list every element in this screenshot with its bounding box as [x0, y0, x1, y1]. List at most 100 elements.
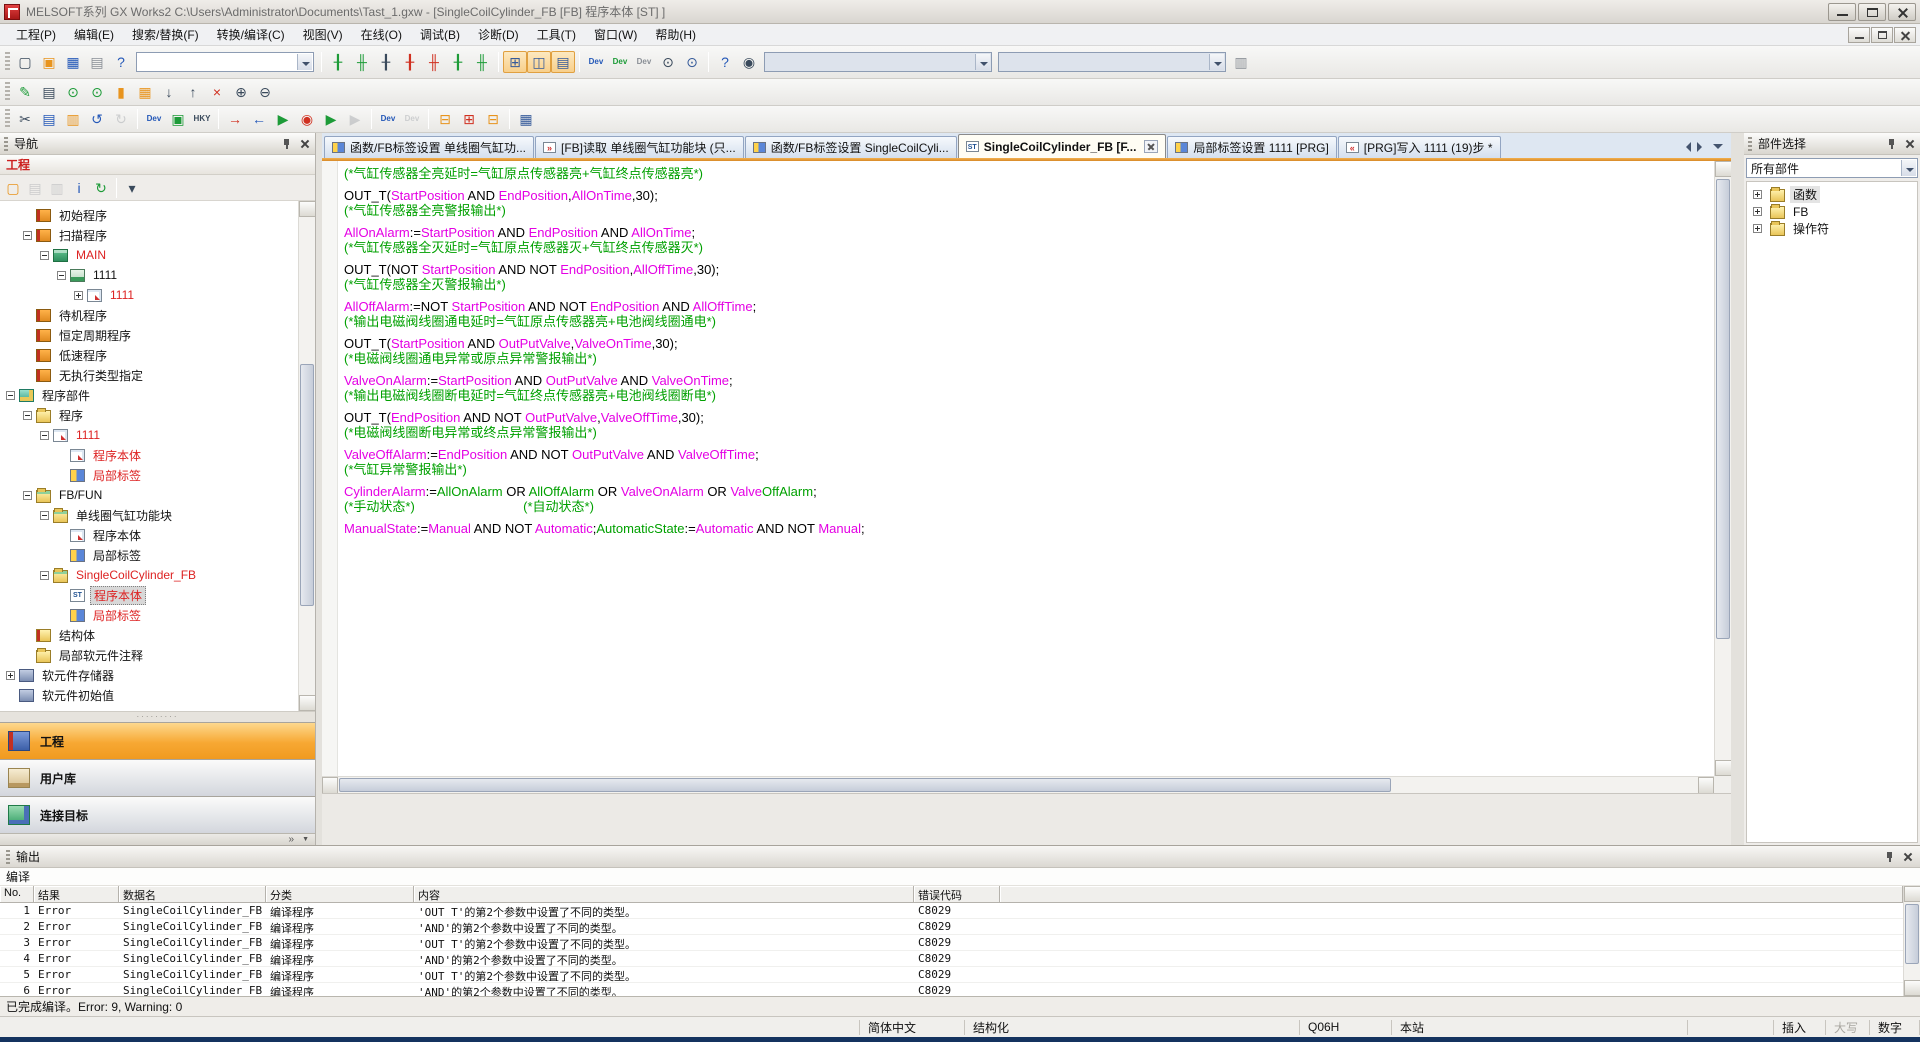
column-header[interactable]: 数据名 [119, 886, 266, 903]
expand-icon[interactable] [1753, 207, 1762, 216]
menu-item[interactable]: 搜索/替换(F) [124, 24, 207, 45]
device-monitor-on-button[interactable]: Dev [376, 108, 400, 130]
tree-item[interactable]: 1111 [0, 265, 298, 285]
expand-icon[interactable] [1753, 190, 1762, 199]
inline-st-insert-button[interactable]: ⊟ [433, 108, 457, 130]
cut-button[interactable]: ✂ [13, 108, 37, 130]
close-icon[interactable] [299, 138, 311, 150]
nav-view-button-target[interactable]: 连接目标 [0, 796, 315, 833]
device-memory-detail-button[interactable]: ▦ [133, 81, 157, 103]
zoom-out-button[interactable]: ⊖ [253, 81, 277, 103]
ladder-horizontal-line-button[interactable]: ╫ [470, 51, 494, 73]
menu-item[interactable]: 转换/编译(C) [209, 24, 293, 45]
toolbar-grip-icon[interactable] [5, 82, 10, 102]
inline-st-import-button[interactable]: ⊞ [457, 108, 481, 130]
device-statement-button[interactable]: Dev [608, 51, 632, 73]
configure-buttons-icon[interactable]: ▼ [302, 835, 309, 845]
tree-item[interactable]: 无执行类型指定 [0, 365, 298, 385]
tree-item[interactable]: SingleCoilCylinder_FB [0, 565, 298, 585]
restore-button[interactable] [1858, 3, 1886, 21]
tree-item[interactable]: 结构体 [0, 625, 298, 645]
watch-register-button[interactable]: ▥ [1229, 51, 1253, 73]
pin-icon[interactable] [1884, 851, 1896, 863]
chevron-down-icon[interactable] [1901, 160, 1916, 176]
device-find-button[interactable]: ⊙ [680, 51, 704, 73]
ladder-application-instruction-button[interactable]: ╫ [422, 51, 446, 73]
compile-tab[interactable]: 编译 [6, 868, 30, 885]
tree-scrollbar[interactable] [298, 201, 315, 711]
parts-filter-dropdown[interactable]: 所有部件 [1746, 158, 1918, 178]
tree-item[interactable]: 扫描程序 [0, 225, 298, 245]
document-tab[interactable]: 局部标签设置 1111 [PRG] [1167, 136, 1336, 158]
toolbar-grip-icon[interactable] [5, 52, 10, 72]
tree-item[interactable]: 局部标签 [0, 465, 298, 485]
collapse-icon[interactable] [40, 571, 49, 580]
menu-item[interactable]: 工具(T) [529, 24, 584, 45]
tree-item[interactable]: 单线圈气缸功能块 [0, 505, 298, 525]
inline-st-export-button[interactable]: ⊟ [481, 108, 505, 130]
tree-item[interactable]: 初始程序 [0, 205, 298, 225]
drag-grip-icon[interactable] [6, 850, 10, 864]
view-split-toggle-button[interactable]: ◫ [527, 51, 551, 73]
scroll-down-icon[interactable] [299, 695, 315, 711]
close-button[interactable] [1888, 3, 1916, 21]
save-project-button[interactable]: ▦ [61, 51, 85, 73]
tree-item[interactable]: 恒定周期程序 [0, 325, 298, 345]
collapse-icon[interactable] [40, 251, 49, 260]
tree-item[interactable]: 局部标签 [0, 605, 298, 625]
tab-close-icon[interactable] [1144, 140, 1158, 153]
menu-item[interactable]: 编辑(E) [66, 24, 122, 45]
tree-item[interactable]: 程序部件 [0, 385, 298, 405]
tab-list-icon[interactable] [1713, 144, 1723, 154]
tree-item[interactable]: 程序 [0, 405, 298, 425]
scrollbar-thumb[interactable] [1716, 179, 1730, 639]
menu-item[interactable]: 诊断(D) [470, 24, 527, 45]
zoom-in-button[interactable]: ⊕ [229, 81, 253, 103]
print-button[interactable]: ▤ [85, 51, 109, 73]
find-next-button[interactable]: ⊙ [85, 81, 109, 103]
monitor-mode-button[interactable]: ▦ [514, 108, 538, 130]
tree-item[interactable]: 1111 [0, 285, 298, 305]
document-tab[interactable]: 函数/FB标签设置 SingleCoilCyli... [745, 136, 957, 158]
document-tab[interactable]: 函数/FB标签设置 单线圈气缸功... [324, 136, 534, 158]
collapse-icon[interactable] [23, 231, 32, 240]
find-previous-button[interactable]: ⊙ [61, 81, 85, 103]
collapse-icon[interactable] [23, 411, 32, 420]
scroll-up-icon[interactable] [1715, 161, 1732, 177]
column-header[interactable]: 结果 [34, 886, 119, 903]
scroll-up-icon[interactable] [299, 201, 315, 217]
column-header[interactable]: No. [0, 886, 34, 903]
pin-icon[interactable] [281, 138, 293, 150]
view-list-toggle-button[interactable]: ▤ [551, 51, 575, 73]
nav-view-button-library[interactable]: 用户库 [0, 759, 315, 796]
expand-icon[interactable] [6, 671, 15, 680]
menu-item[interactable]: 工程(P) [8, 24, 64, 45]
chevron-down-icon[interactable] [297, 54, 312, 70]
nav-sort-filter-button[interactable]: ▾ [121, 178, 143, 198]
close-icon[interactable] [1904, 138, 1916, 150]
tab-scroll-left-icon[interactable] [1681, 142, 1691, 152]
column-header[interactable]: 内容 [414, 886, 914, 903]
scroll-right-icon[interactable] [1698, 777, 1714, 794]
tree-item[interactable]: MAIN [0, 245, 298, 265]
editor-horizontal-scrollbar[interactable] [322, 776, 1714, 793]
convert-button[interactable]: → [223, 108, 247, 130]
nav-new-data-button[interactable]: ▢ [2, 178, 24, 198]
device-comment-find-button[interactable]: Dev [142, 108, 166, 130]
minimize-button[interactable] [1828, 3, 1856, 21]
menu-item[interactable]: 在线(O) [353, 24, 410, 45]
toolbar-grip-icon[interactable] [5, 109, 10, 129]
collapse-icon[interactable] [23, 491, 32, 500]
editor-code-area[interactable]: (*气缸传感器全亮延时=气缸原点传感器亮+气缸终点传感器亮*)OUT_T(Sta… [338, 161, 865, 776]
drag-grip-icon[interactable] [1748, 137, 1752, 151]
collapse-icon[interactable] [57, 271, 66, 280]
help-popup-button[interactable]: ? [713, 51, 737, 73]
nav-refresh-button[interactable]: ↻ [90, 178, 112, 198]
rebuild-all-button[interactable]: ◉ [295, 108, 319, 130]
column-header[interactable]: 错误代码 [914, 886, 1000, 903]
open-project-button[interactable]: ▣ [37, 51, 61, 73]
document-tab-active[interactable]: SingleCoilCylinder_FB [F... [958, 134, 1167, 158]
scroll-down-icon[interactable] [1715, 760, 1732, 776]
tree-item[interactable]: 局部标签 [0, 545, 298, 565]
tree-item[interactable]: 程序本体 [0, 525, 298, 545]
